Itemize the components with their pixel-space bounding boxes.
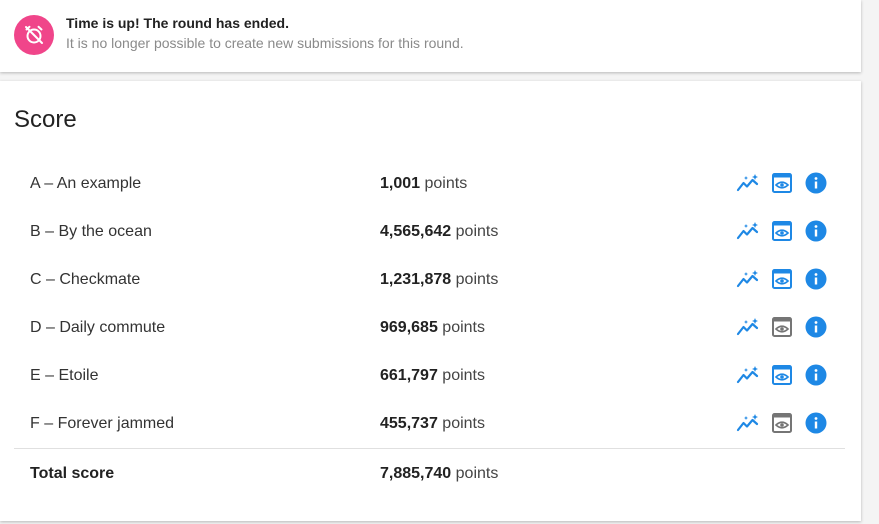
- round-ended-alert: Time is up! The round has ended. It is n…: [0, 0, 861, 72]
- sparkline-stats-icon[interactable]: [736, 171, 760, 195]
- task-points: 969,685 points: [380, 319, 485, 337]
- table-row: B – By the ocean 4,565,642 points: [0, 208, 861, 256]
- task-points-value: 969,685: [380, 319, 438, 336]
- task-points-unit: points: [442, 319, 485, 336]
- task-name: A – An example: [30, 175, 142, 192]
- table-row: D – Daily commute 969,685 points: [0, 304, 861, 352]
- row-actions: [736, 171, 828, 195]
- info-icon[interactable]: [804, 363, 828, 387]
- row-actions: [736, 219, 828, 243]
- sparkline-stats-icon[interactable]: [736, 363, 760, 387]
- sparkline-stats-icon[interactable]: [736, 267, 760, 291]
- row-actions: [736, 363, 828, 387]
- table-row: A – An example 1,001 points: [0, 160, 861, 208]
- task-name: B – By the ocean: [30, 223, 152, 240]
- sparkline-stats-icon[interactable]: [736, 315, 760, 339]
- sparkline-stats-icon[interactable]: [736, 219, 760, 243]
- task-name: E – Etoile: [30, 367, 99, 384]
- row-actions: [736, 411, 828, 435]
- task-name: D – Daily commute: [30, 319, 166, 336]
- alert-title: Time is up! The round has ended.: [66, 15, 289, 31]
- task-points-unit: points: [455, 271, 499, 288]
- task-points: 1,001 points: [380, 175, 467, 193]
- row-actions: [736, 267, 828, 291]
- total-points: 7,885,740 points: [380, 465, 498, 483]
- preview-eye-icon[interactable]: [770, 267, 794, 291]
- sparkline-stats-icon[interactable]: [736, 411, 760, 435]
- task-points: 455,737 points: [380, 415, 485, 433]
- alert-message: It is no longer possible to create new s…: [66, 35, 464, 51]
- preview-eye-icon[interactable]: [770, 315, 794, 339]
- total-label: Total score: [30, 465, 115, 482]
- preview-eye-icon[interactable]: [770, 219, 794, 243]
- table-row: E – Etoile 661,797 points: [0, 352, 861, 400]
- task-name: C – Checkmate: [30, 271, 141, 288]
- preview-eye-icon[interactable]: [770, 171, 794, 195]
- task-points-unit: points: [424, 175, 468, 192]
- task-points-unit: points: [442, 415, 485, 432]
- total-points-value: 7,885,740: [380, 465, 452, 482]
- task-points-value: 4,565,642: [380, 223, 452, 240]
- task-points-value: 661,797: [380, 367, 438, 384]
- task-points: 661,797 points: [380, 367, 485, 385]
- preview-eye-icon[interactable]: [770, 411, 794, 435]
- task-points: 4,565,642 points: [380, 223, 498, 241]
- table-row: C – Checkmate 1,231,878 points: [0, 256, 861, 304]
- task-points-value: 1,231,878: [380, 271, 452, 288]
- alarm-off-icon: [14, 15, 54, 55]
- preview-eye-icon[interactable]: [770, 363, 794, 387]
- score-card: Score A – An example 1,001 points B – By t…: [0, 81, 861, 521]
- task-points-unit: points: [455, 223, 499, 240]
- task-points: 1,231,878 points: [380, 271, 498, 289]
- score-table: A – An example 1,001 points B – By the oce…: [0, 160, 861, 448]
- info-icon[interactable]: [804, 411, 828, 435]
- info-icon[interactable]: [804, 267, 828, 291]
- total-points-unit: points: [455, 465, 499, 482]
- info-icon[interactable]: [804, 219, 828, 243]
- task-points-value: 1,001: [380, 175, 421, 192]
- info-icon[interactable]: [804, 315, 828, 339]
- total-row: Total score 7,885,740 points: [0, 449, 861, 497]
- info-icon[interactable]: [804, 171, 828, 195]
- task-name: F – Forever jammed: [30, 415, 175, 432]
- row-actions: [736, 315, 828, 339]
- score-title: Score: [14, 106, 77, 133]
- table-row: F – Forever jammed 455,737 points: [0, 400, 861, 448]
- task-points-unit: points: [442, 367, 485, 384]
- task-points-value: 455,737: [380, 415, 438, 432]
